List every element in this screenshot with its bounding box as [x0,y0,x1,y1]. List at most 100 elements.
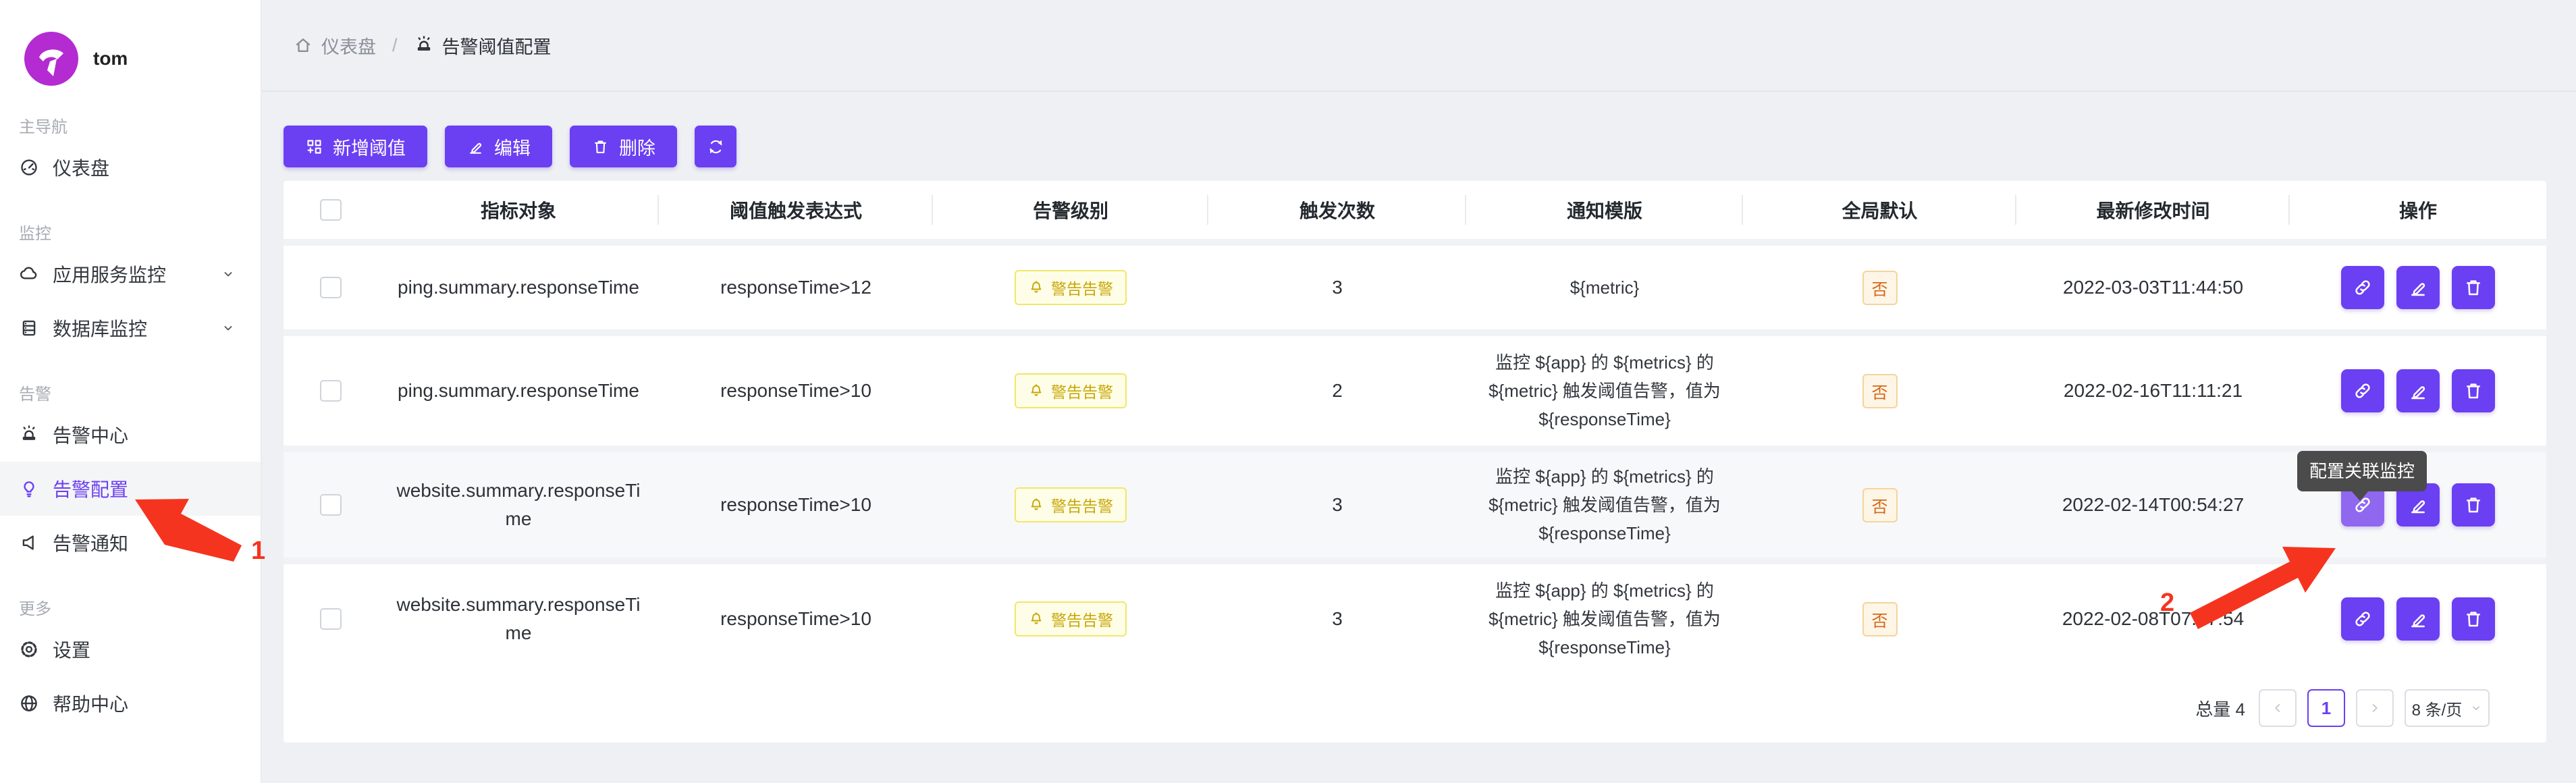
col-header-expression: 阈值触发表达式 [659,196,933,223]
cell-times: 3 [1208,277,1466,298]
warning-level-tag: 警告告警 [1015,487,1127,522]
delete-button[interactable]: 删除 [570,126,677,167]
cell-template: ${metric} [1570,273,1640,302]
row-checkbox[interactable] [320,494,342,516]
row-delete-button[interactable] [2452,597,2495,641]
trash-icon [2463,277,2484,298]
breadcrumb-current: 告警阈值配置 [414,32,552,59]
sidebar-item-alert-notice[interactable]: 告警通知 [0,516,261,570]
row-actions [2341,369,2495,412]
cell-times: 3 [1208,494,1466,516]
sidebar-group-main: 主导航 [19,115,261,140]
megaphone-icon [19,533,39,553]
sidebar-group-monitor: 监控 [19,221,261,247]
edit-button[interactable]: 编辑 [445,126,552,167]
sidebar-group-alert: 告警 [19,382,261,408]
chevron-left-icon [2270,701,2285,716]
sidebar-item-database-monitor[interactable]: 数据库监控 [0,301,261,355]
refresh-button[interactable] [695,126,736,167]
sidebar-item-settings[interactable]: 设置 [0,622,261,676]
warning-level-tag: 警告告警 [1015,373,1127,408]
col-header-metric-object: 指标对象 [378,196,659,223]
link-monitor-button[interactable] [2341,369,2384,412]
cell-template: 监控 ${app} 的 ${metrics} 的 ${metric} 触发阈值告… [1486,462,1723,547]
link-icon [2352,608,2373,630]
cell-updated: 2022-02-16T11:11:21 [2016,380,2290,402]
row-edit-button[interactable] [2396,369,2440,412]
content: 新增阈值 编辑 删除 [262,92,2576,783]
row-checkbox[interactable] [320,608,342,630]
username: tom [93,48,128,70]
row-delete-button[interactable] [2452,369,2495,412]
sidebar-item-dashboard[interactable]: 仪表盘 [0,140,261,194]
cell-expression: responseTime>10 [659,494,933,516]
sidebar-item-app-service-monitor[interactable]: 应用服务监控 [0,247,261,301]
select-all-checkbox[interactable] [320,199,342,221]
cell-updated: 2022-02-08T07:17:54 [2016,608,2290,630]
dashboard-icon [19,157,39,178]
total-count: 总量 4 [2195,696,2245,721]
row-actions [2341,266,2495,309]
bell-icon [1028,279,1044,296]
row-edit-button[interactable] [2396,266,2440,309]
global-default-tag: 否 [1862,271,1898,305]
trash-icon [2463,608,2484,630]
row-delete-button[interactable] [2452,266,2495,309]
cloud-icon [19,264,39,284]
sidebar-item-help-center[interactable]: 帮助中心 [0,676,261,730]
global-default-tag: 否 [1862,488,1898,522]
col-header-global-default: 全局默认 [1743,196,2016,223]
chevron-down-icon [220,266,236,282]
cell-updated: 2022-03-03T11:44:50 [2016,277,2290,298]
page-size-select[interactable]: 8 条/页 [2405,689,2490,727]
global-default-tag: 否 [1862,602,1898,637]
bell-icon [1028,497,1044,513]
link-monitor-button[interactable] [2341,266,2384,309]
edit-pen-icon [2407,277,2429,298]
app-logo-icon [24,32,78,86]
refresh-icon [707,138,725,156]
next-page-button[interactable] [2356,689,2394,727]
cell-expression: responseTime>12 [659,277,933,298]
edit-pen-icon [2407,380,2429,402]
main-area: 仪表盘 / 告警阈值配置 新增阈值 编辑 [262,0,2576,783]
sidebar-group-more: 更多 [19,597,261,622]
edit-pen-icon [2407,494,2429,516]
warning-level-tag: 警告告警 [1015,270,1127,305]
chevron-down-icon [2470,702,2482,714]
breadcrumb-dashboard-link[interactable]: 仪表盘 [293,32,376,59]
tooltip-link-monitor: 配置关联监控 [2297,451,2427,491]
col-header-template: 通知模版 [1466,196,1743,223]
prev-page-button[interactable] [2259,689,2297,727]
page-number[interactable]: 1 [2307,689,2345,727]
alert-siren-icon [414,35,434,55]
col-header-actions: 操作 [2290,196,2546,223]
col-header-updated: 最新修改时间 [2016,196,2290,223]
table-card: 指标对象 阈值触发表达式 告警级别 触发次数 通知模版 全局默认 最新修改时间 … [284,181,2546,742]
row-checkbox[interactable] [320,380,342,402]
sidebar: tom 主导航 仪表盘 监控 应用服务监控 数据库监控 告警 告警中心 [0,0,262,783]
cell-template: 监控 ${app} 的 ${metrics} 的 ${metric} 触发阈值告… [1486,576,1723,662]
row-checkbox[interactable] [320,277,342,298]
toolbar: 新增阈值 编辑 删除 [284,126,2546,167]
home-icon [293,35,313,55]
table-row: website.summary.responseTime responseTim… [284,558,2546,674]
link-monitor-button[interactable] [2341,597,2384,641]
table-footer: 总量 4 1 8 条/页 [284,674,2546,742]
user-profile[interactable]: tom [0,0,261,88]
globe-icon [19,693,39,713]
trash-icon [2463,380,2484,402]
appstore-add-icon [305,138,323,156]
row-delete-button[interactable] [2452,483,2495,526]
col-header-times: 触发次数 [1208,196,1466,223]
sidebar-item-alert-config[interactable]: 告警配置 [0,462,261,516]
row-edit-button[interactable] [2396,597,2440,641]
edit-pen-icon [466,138,485,156]
sidebar-item-alert-center[interactable]: 告警中心 [0,408,261,462]
trash-icon [2463,494,2484,516]
add-threshold-button[interactable]: 新增阈值 [284,126,427,167]
bell-icon [1028,383,1044,399]
link-icon [2352,277,2373,298]
edit-pen-icon [2407,608,2429,630]
row-actions [2341,597,2495,641]
